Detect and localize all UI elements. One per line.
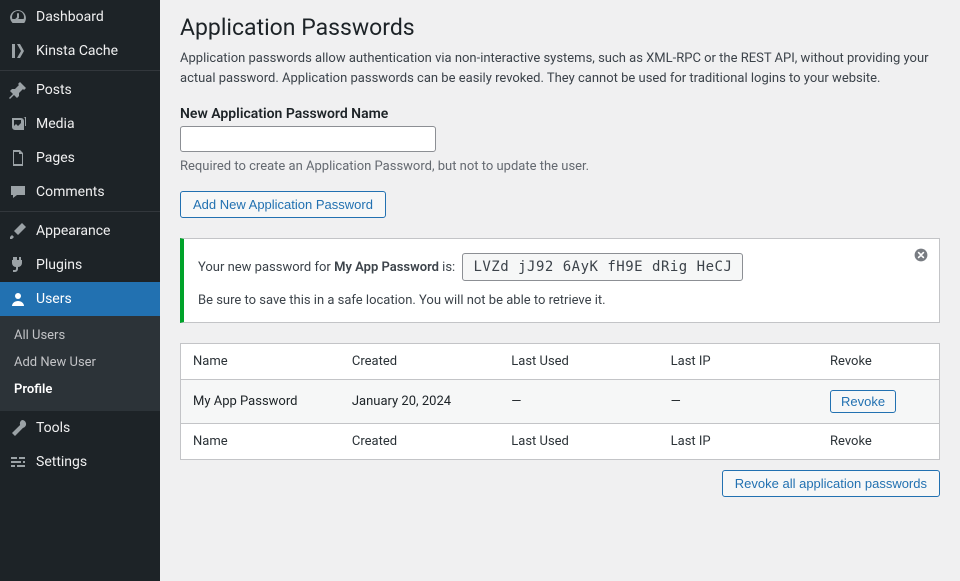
comment-icon (8, 182, 28, 202)
close-icon (913, 247, 929, 267)
col-footer-last-ip: Last IP (659, 423, 818, 459)
admin-sidebar: Dashboard Kinsta Cache Posts Media Page (0, 0, 160, 581)
cell-last-ip: — (659, 379, 818, 423)
sidebar-item-label: Appearance (36, 223, 110, 239)
pin-icon (8, 80, 28, 100)
user-icon (8, 289, 28, 309)
notice-hint: Be sure to save this in a safe location.… (198, 293, 899, 308)
content-area: Application Passwords Application passwo… (160, 0, 960, 581)
sidebar-item-label: Settings (36, 454, 87, 470)
col-footer-revoke: Revoke (818, 423, 940, 459)
notice-app-name: My App Password (334, 260, 439, 275)
sidebar-item-label: Dashboard (36, 9, 104, 25)
new-password-notice: Your new password for My App Password is… (180, 238, 940, 323)
users-submenu: All Users Add New User Profile (0, 316, 160, 411)
media-icon (8, 114, 28, 134)
app-passwords-table: Name Created Last Used Last IP Revoke My… (180, 343, 940, 460)
revoke-all-button[interactable]: Revoke all application passwords (722, 470, 940, 497)
sidebar-item-label: Posts (36, 82, 72, 98)
sidebar-item-label: Comments (36, 184, 105, 200)
dashboard-icon (8, 7, 28, 27)
col-header-name[interactable]: Name (181, 343, 340, 379)
table-row: My App Password January 20, 2024 — — Rev… (181, 379, 940, 423)
new-app-password-helper: Required to create an Application Passwo… (180, 157, 940, 177)
col-footer-created: Created (340, 423, 499, 459)
col-header-revoke: Revoke (818, 343, 940, 379)
sidebar-item-label: Media (36, 116, 75, 132)
notice-suffix: is: (439, 260, 455, 275)
kinsta-icon (8, 41, 28, 61)
cell-last-used: — (499, 379, 658, 423)
col-header-created[interactable]: Created (340, 343, 499, 379)
add-new-app-password-button[interactable]: Add New Application Password (180, 191, 386, 218)
sidebar-item-tools[interactable]: Tools (0, 411, 160, 445)
sidebar-item-settings[interactable]: Settings (0, 445, 160, 479)
sidebar-item-label: Users (36, 291, 72, 307)
sidebar-item-label: Tools (36, 420, 70, 436)
sliders-icon (8, 452, 28, 472)
submenu-item-add-new-user[interactable]: Add New User (0, 349, 160, 376)
cell-created: January 20, 2024 (340, 379, 499, 423)
cell-name: My App Password (181, 379, 340, 423)
generated-password[interactable]: LVZd jJ92 6AyK fH9E dRig HeCJ (462, 253, 743, 281)
new-app-password-label: New Application Password Name (180, 106, 940, 122)
sidebar-item-plugins[interactable]: Plugins (0, 248, 160, 282)
sidebar-item-users[interactable]: Users (0, 282, 160, 316)
col-header-last-ip[interactable]: Last IP (659, 343, 818, 379)
sidebar-item-label: Kinsta Cache (36, 43, 118, 59)
plug-icon (8, 255, 28, 275)
submenu-item-all-users[interactable]: All Users (0, 322, 160, 349)
col-footer-name: Name (181, 423, 340, 459)
sidebar-item-pages[interactable]: Pages (0, 141, 160, 175)
new-app-password-input[interactable] (180, 126, 436, 152)
sidebar-item-label: Pages (36, 150, 75, 166)
sidebar-item-comments[interactable]: Comments (0, 175, 160, 209)
sidebar-item-label: Plugins (36, 257, 82, 273)
col-header-last-used[interactable]: Last Used (499, 343, 658, 379)
dismiss-notice-button[interactable] (911, 247, 931, 267)
col-footer-last-used: Last Used (499, 423, 658, 459)
sidebar-item-appearance[interactable]: Appearance (0, 214, 160, 248)
brush-icon (8, 221, 28, 241)
wrench-icon (8, 418, 28, 438)
sidebar-item-media[interactable]: Media (0, 107, 160, 141)
page-icon (8, 148, 28, 168)
page-description: Application passwords allow authenticati… (180, 49, 940, 88)
sidebar-item-dashboard[interactable]: Dashboard (0, 0, 160, 34)
revoke-button[interactable]: Revoke (830, 390, 896, 413)
submenu-item-profile[interactable]: Profile (0, 376, 160, 403)
notice-prefix: Your new password for (198, 260, 334, 275)
page-title: Application Passwords (180, 14, 940, 41)
sidebar-item-kinsta-cache[interactable]: Kinsta Cache (0, 34, 160, 68)
cell-revoke: Revoke (818, 379, 940, 423)
sidebar-item-posts[interactable]: Posts (0, 73, 160, 107)
